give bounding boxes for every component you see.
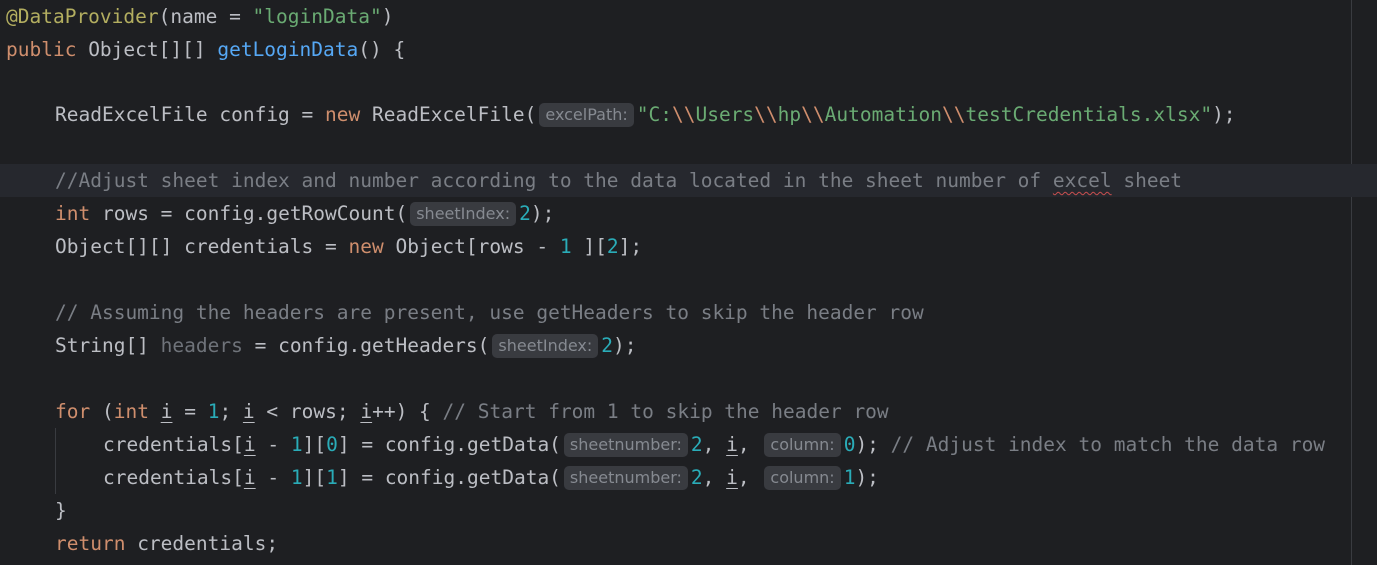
code-line-8[interactable]: Object[][] credentials = new Object[rows… (0, 230, 1377, 263)
parameter-hint: sheetIndex: (492, 334, 599, 358)
code-line-16[interactable]: } (0, 494, 1377, 527)
parameter-hint: excelPath: (539, 103, 634, 127)
keyword: return (55, 532, 126, 555)
code-line-7[interactable]: int rows = config.getRowCount(sheetIndex… (0, 197, 1377, 230)
parameter-hint: column: (764, 466, 841, 490)
parameter-hint: sheetnumber: (563, 466, 688, 490)
code-line-17[interactable]: return credentials; (0, 527, 1377, 560)
keyword: new (348, 235, 384, 258)
code-line-15[interactable]: credentials[i - 1][1] = config.getData(s… (0, 461, 1377, 494)
string-literal: "loginData" (252, 5, 382, 28)
keyword: public (6, 38, 77, 61)
comment: // Start from 1 to skip the header row (442, 400, 889, 423)
loop-variable: i (160, 400, 173, 423)
code-line-10[interactable]: // Assuming the headers are present, use… (0, 296, 1377, 329)
comment: //Adjust sheet index and number accordin… (55, 169, 1053, 192)
code-line-2[interactable]: public Object[][] getLoginData() { (0, 33, 1377, 66)
comment: // Adjust index to match the data row (890, 433, 1326, 456)
closing-brace: } (55, 499, 67, 522)
code-line-14[interactable]: credentials[i - 1][0] = config.getData(s… (0, 428, 1377, 461)
annotation-token: @DataProvider (6, 5, 159, 28)
code-line-13[interactable]: for (int i = 1; i < rows; i++) { // Star… (0, 395, 1377, 428)
code-line-4[interactable]: ReadExcelFile config = new ReadExcelFile… (0, 98, 1377, 131)
code-line-1[interactable]: @DataProvider(name = "loginData") (0, 0, 1377, 33)
comment: // Assuming the headers are present, use… (55, 301, 924, 324)
keyword: int (55, 202, 91, 225)
typo-word: excel (1052, 169, 1112, 192)
keyword: for (55, 400, 91, 423)
keyword: new (325, 103, 361, 126)
parameter-hint: sheetnumber: (563, 433, 688, 457)
code-editor[interactable]: @DataProvider(name = "loginData") public… (0, 0, 1377, 565)
parameter-hint: sheetIndex: (410, 202, 517, 226)
unused-variable: headers (160, 334, 243, 357)
code-line-6-current[interactable]: //Adjust sheet index and number accordin… (0, 164, 1377, 197)
code-line-11[interactable]: String[] headers = config.getHeaders(she… (0, 329, 1377, 362)
method-name: getLoginData (217, 38, 359, 61)
parameter-hint: column: (764, 433, 841, 457)
